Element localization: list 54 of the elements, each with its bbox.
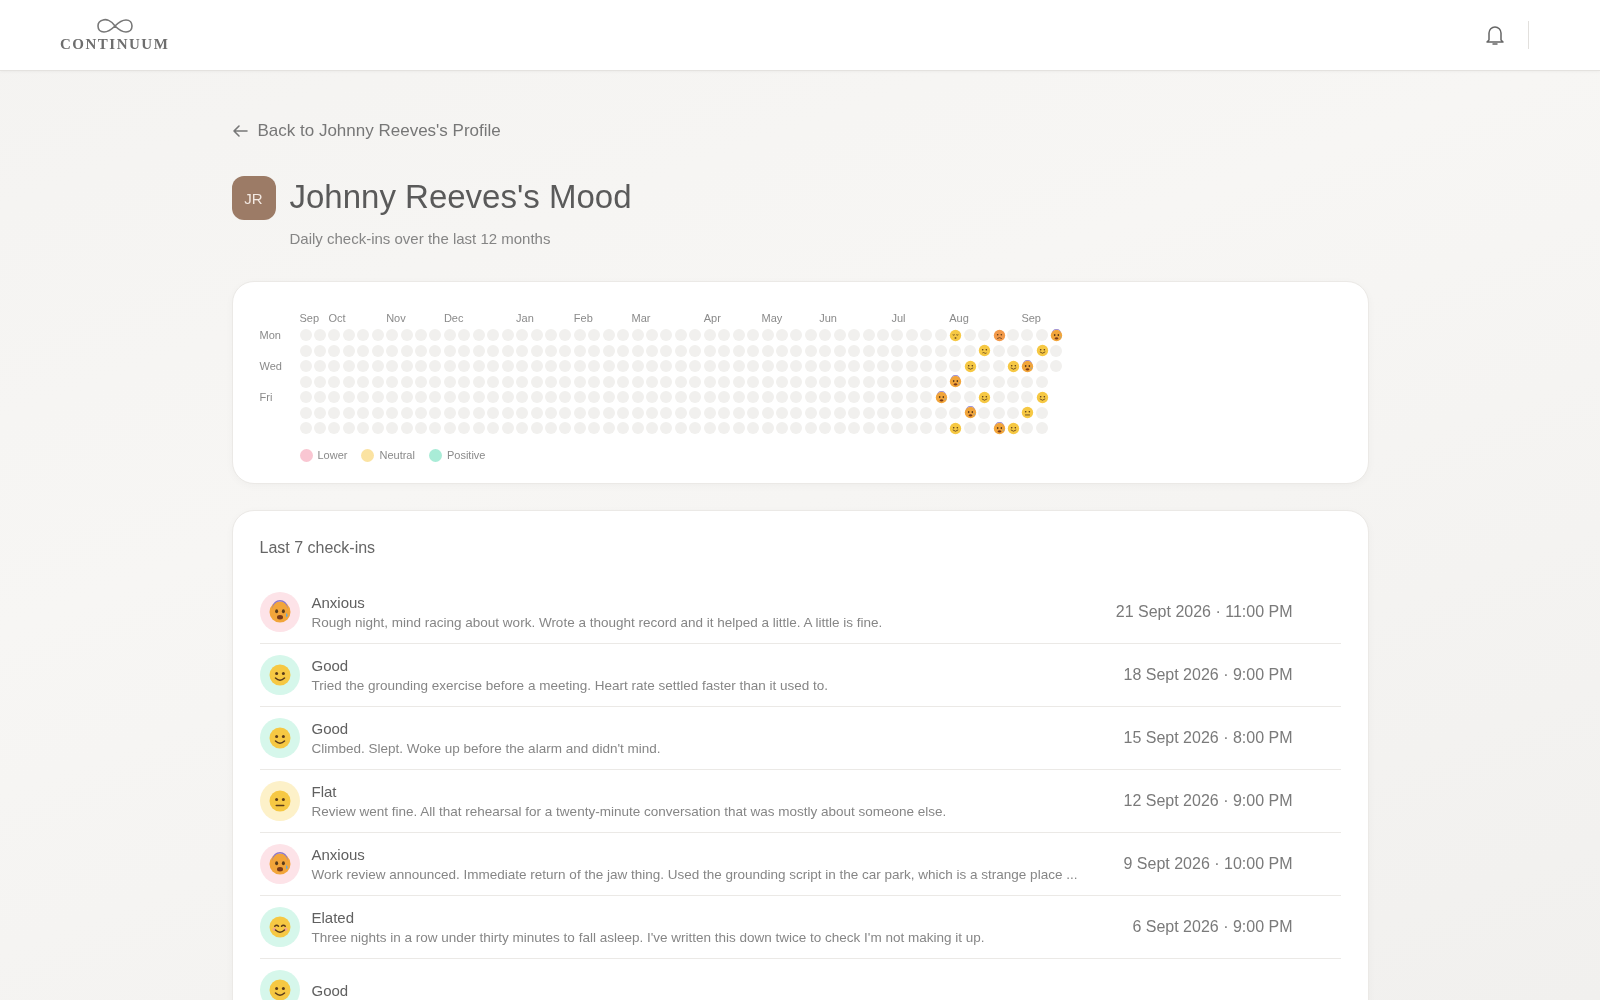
month-label: Oct bbox=[328, 311, 346, 326]
month-label: Jul bbox=[891, 311, 906, 326]
month-label: Sep bbox=[1021, 311, 1041, 326]
checkin-note: Three nights in a row under thirty minutes to fall asleep. I've written this down twice to check I'm not making it up. bbox=[311, 930, 986, 945]
checkin-note: Rough night, mind racing about work. Wrote a thought record and it helped a little. A little is fine. bbox=[311, 615, 884, 630]
checkin-row[interactable]: Flat Review went fine. All that rehearsal for a twenty-minute conversation that was mostly about someone else. 12 Sept 2026 · 9:00 PM bbox=[259, 770, 1341, 833]
month-label: Jan bbox=[516, 311, 534, 326]
checkin-note: Climbed. Slept. Woke up before the alarm and didn't mind. bbox=[311, 741, 662, 756]
mood-name: Anxious bbox=[311, 846, 366, 863]
mood-name: Good bbox=[311, 657, 350, 674]
checkin-date: 21 Sept 2026 · 11:00 PM bbox=[1115, 603, 1294, 621]
checkin-date: 6 Sept 2026 · 9:00 PM bbox=[1132, 918, 1294, 936]
checkin-date: 18 Sept 2026 · 9:00 PM bbox=[1123, 666, 1294, 684]
legend-label: Positive bbox=[446, 449, 486, 461]
month-label: Jun bbox=[819, 311, 837, 326]
month-label: Nov bbox=[386, 311, 406, 326]
checkin-date: 9 Sept 2026 · 10:00 PM bbox=[1123, 855, 1294, 873]
checkin-date: 15 Sept 2026 · 8:00 PM bbox=[1123, 729, 1294, 747]
infinity-logo-icon bbox=[95, 17, 134, 34]
notification-bell-icon[interactable] bbox=[1484, 23, 1506, 47]
mood-name: Flat bbox=[311, 783, 338, 800]
month-label: Aug bbox=[949, 311, 969, 326]
logo-text[interactable]: CONTINUUM bbox=[60, 35, 170, 53]
checkin-row[interactable]: Anxious Rough night, mind racing about work. Wrote a thought record and it helped a little. A little is fine. 21 Sept 2026 · 11:00 PM bbox=[259, 581, 1341, 644]
month-label: Feb bbox=[573, 311, 593, 326]
mood-name: Elated bbox=[311, 909, 356, 926]
checkin-note: Review went fine. All that rehearsal for a twenty-minute conversation that was mostly about someone else. bbox=[311, 804, 948, 819]
day-label: Mon bbox=[259, 329, 282, 341]
day-label: Wed bbox=[259, 360, 283, 372]
month-label: Dec bbox=[443, 311, 464, 326]
mood-name: Good bbox=[311, 720, 350, 737]
checkin-note: Tried the grounding exercise before a meeting. Heart rate settled faster than it used to. bbox=[311, 678, 830, 693]
month-label: Apr bbox=[703, 311, 721, 326]
user-avatar: JR bbox=[231, 176, 276, 220]
month-label: Sep bbox=[299, 311, 320, 326]
legend-label: Neutral bbox=[379, 449, 415, 461]
back-arrow-icon bbox=[231, 124, 248, 138]
mood-name: Good bbox=[311, 981, 350, 999]
legend-label: Lower bbox=[317, 449, 348, 461]
checkin-row[interactable]: Good Climbed. Slept. Woke up before the alarm and didn't mind. 15 Sept 2026 · 8:00 PM bbox=[259, 707, 1341, 770]
checkin-row[interactable]: Good Tried the grounding exercise before a meeting. Heart rate settled faster than it used to. 18 Sept 2026 · 9:00 PM bbox=[259, 644, 1341, 707]
checkin-row[interactable]: Good bbox=[259, 959, 1341, 1000]
section-title: Last 7 check-ins bbox=[259, 539, 377, 557]
page-title: Johnny Reeves's Mood bbox=[289, 178, 632, 216]
checkin-row[interactable]: Anxious Work review announced. Immediate return of the jaw thing. Used the grounding script in the car park, which is a strange place ... 9 Sept 2026 · 10:00 PM bbox=[259, 833, 1341, 896]
back-link[interactable]: Back to Johnny Reeves's Profile bbox=[231, 121, 501, 141]
month-label: May bbox=[761, 311, 783, 326]
day-label: Fri bbox=[259, 391, 274, 403]
checkin-date: 12 Sept 2026 · 9:00 PM bbox=[1123, 792, 1294, 810]
checkin-note: Work review announced. Immediate return of the jaw thing. Used the grounding script in the car park, which is a strange place ... bbox=[311, 867, 1079, 882]
month-label: Mar bbox=[631, 311, 651, 326]
mood-name: Anxious bbox=[311, 594, 366, 611]
checkin-row[interactable]: Elated Three nights in a row under thirty minutes to fall asleep. I've written this down twice to check I'm not making it up. 6 Sept 2026 · 9:00 PM bbox=[259, 896, 1341, 959]
page-subtitle: Daily check-ins over the last 12 months bbox=[289, 230, 552, 247]
